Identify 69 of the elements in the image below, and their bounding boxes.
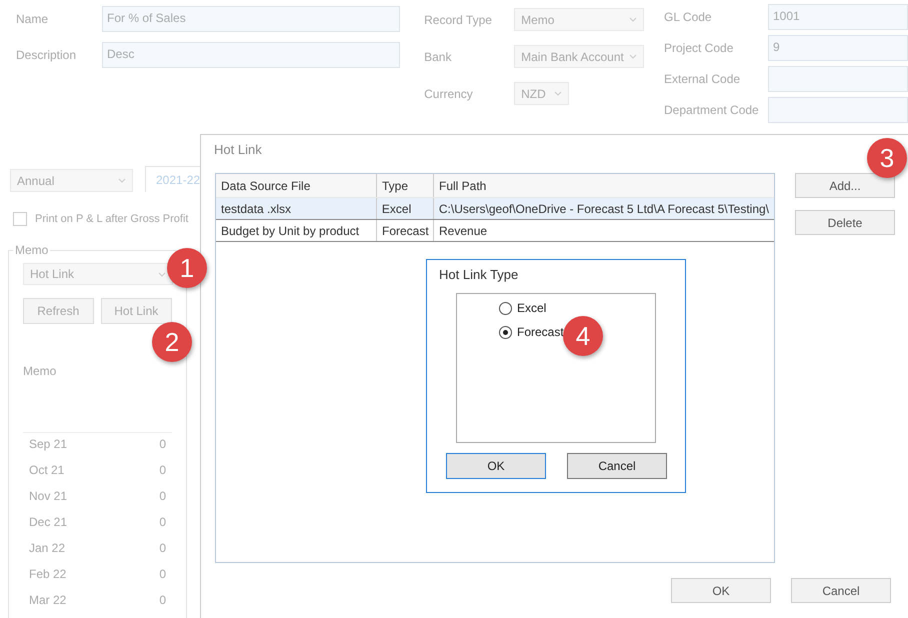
source-dropdown[interactable]: Hot Link <box>23 263 173 285</box>
table-cell: Budget by Unit by product <box>216 220 377 241</box>
text-field[interactable] <box>768 66 908 92</box>
table-cell: Excel <box>376 198 434 219</box>
field-label: Bank <box>424 50 452 64</box>
column-header[interactable]: Full Path <box>434 174 774 197</box>
table-cell-text: Revenue <box>438 222 488 240</box>
field-label: Currency <box>424 86 474 100</box>
month-value: 0 <box>159 515 166 529</box>
dialog-title: Hot Link Type <box>439 267 520 282</box>
dropdown[interactable]: Main Bank Account <box>514 45 644 68</box>
chevron-icon <box>554 91 562 96</box>
numbered-callout: 2 <box>152 322 192 362</box>
period-dropdown[interactable]: Annual <box>10 169 133 192</box>
text-field[interactable]: 1001 <box>768 4 908 30</box>
panel-button[interactable]: Refresh <box>23 298 94 324</box>
field-label: External Code <box>664 72 742 86</box>
table-cell: testdata .xlsx <box>216 198 377 219</box>
month-value: 0 <box>159 567 166 581</box>
month-value: 0 <box>159 593 166 607</box>
radio-button[interactable] <box>499 302 512 314</box>
table-cell-text: C:\Users\geof\OneDrive - Forecast 5 Ltd\A Forecast 5\Testing\ <box>438 200 770 218</box>
chevron-icon <box>158 272 166 276</box>
month-label: Jan 22 <box>29 541 66 555</box>
text-field[interactable]: For % of Sales <box>102 6 400 32</box>
month-label: Feb 22 <box>29 567 66 581</box>
dialog-button[interactable]: Cancel <box>791 578 891 603</box>
radio-label: Forecast <box>517 325 564 339</box>
month-value: 0 <box>159 463 166 477</box>
field-label: Description <box>16 48 78 62</box>
text-field[interactable]: 9 <box>768 35 908 61</box>
field-label: Record Type <box>424 12 493 26</box>
dialog-title: Hot Link <box>214 142 263 157</box>
month-label: Nov 21 <box>29 489 68 503</box>
dropdown[interactable]: Memo <box>514 8 644 31</box>
month-label: Oct 21 <box>29 463 64 477</box>
checkbox-label: Print on P & L after Gross Profit <box>35 213 188 225</box>
dialog-button[interactable]: OK <box>446 453 546 479</box>
panel-button[interactable]: Hot Link <box>100 298 172 324</box>
chevron-icon <box>629 17 638 22</box>
side-button[interactable]: Delete <box>795 210 895 235</box>
radio-button[interactable] <box>499 326 512 338</box>
month-label: Mar 22 <box>29 593 66 607</box>
table-cell: Forecast <box>377 220 434 241</box>
dialog-button[interactable]: OK <box>671 578 771 603</box>
checkbox[interactable] <box>13 212 27 226</box>
month-label: Dec 21 <box>29 515 68 529</box>
table-row[interactable]: Budget by Unit by product Forecast Revenue <box>216 220 774 242</box>
month-value: 0 <box>159 437 166 451</box>
column-header[interactable]: Data Source File <box>216 174 377 197</box>
radio-label: Excel <box>517 301 546 315</box>
memo-label: Memo <box>23 364 58 378</box>
table-row[interactable]: testdata .xlsx Excel C:\Users\geof\OneDrive - Forecast 5 Ltd\A Forecast 5\Testing\ <box>216 198 774 220</box>
side-button[interactable]: Add... <box>795 173 895 198</box>
dialog-button[interactable]: Cancel <box>567 453 667 479</box>
group-title: Memo <box>13 243 50 257</box>
month-value: 0 <box>159 489 166 503</box>
field-label: Project Code <box>664 41 734 55</box>
text-field[interactable] <box>768 97 908 123</box>
chevron-icon <box>629 54 638 59</box>
month-value: 0 <box>159 541 166 555</box>
field-label: GL Code <box>664 10 713 24</box>
dropdown[interactable]: NZD <box>514 82 570 105</box>
field-label: Department Code <box>664 103 760 117</box>
column-header[interactable]: Type <box>377 174 434 197</box>
field-label: Name <box>16 12 50 26</box>
month-label: Sep 21 <box>29 437 68 451</box>
chevron-icon <box>118 178 126 183</box>
text-field[interactable]: Desc <box>102 42 400 68</box>
